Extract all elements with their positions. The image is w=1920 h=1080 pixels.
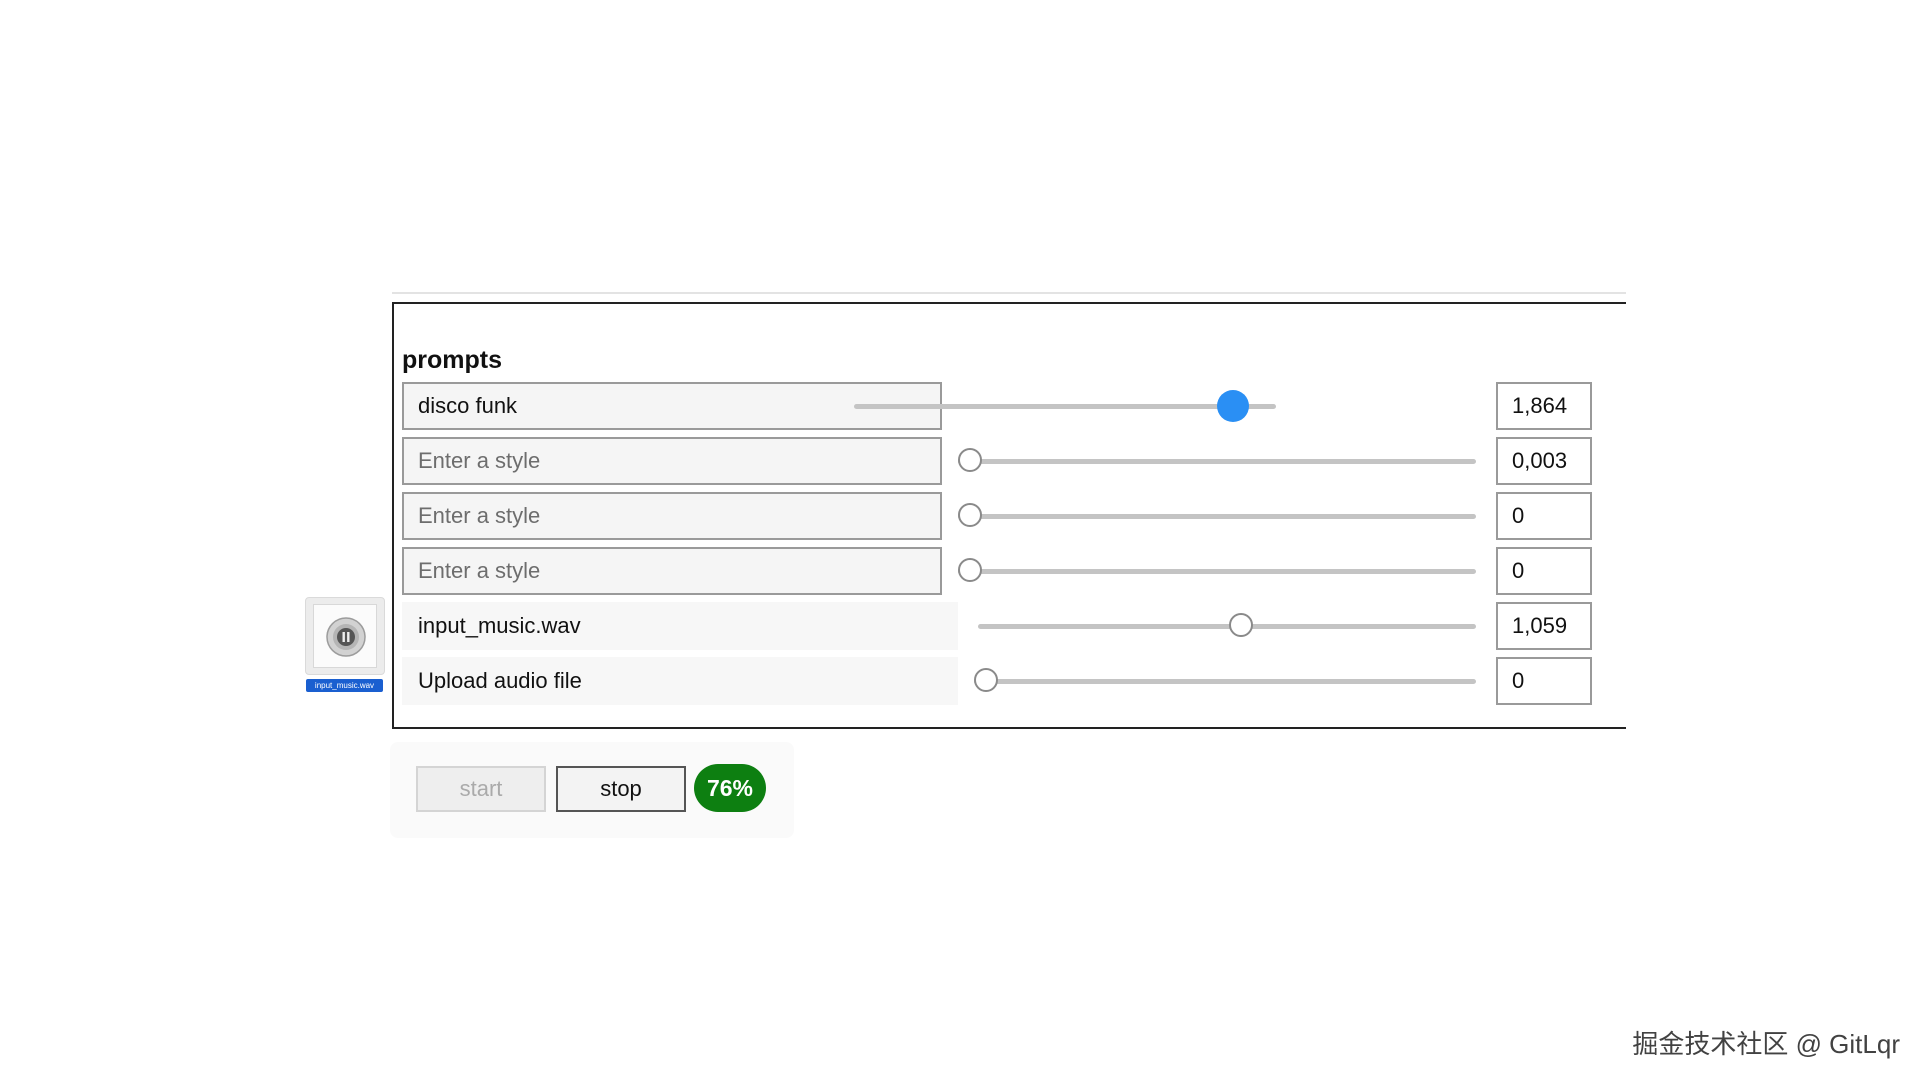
start-button[interactable]: start bbox=[416, 766, 546, 812]
slider-track bbox=[958, 514, 1476, 519]
style-input[interactable] bbox=[402, 492, 942, 540]
weight-value[interactable]: 1,059 bbox=[1496, 602, 1592, 650]
weight-slider[interactable] bbox=[854, 382, 1276, 430]
audio-row: Upload audio file 0 bbox=[402, 657, 1602, 705]
desktop-file[interactable] bbox=[305, 597, 385, 675]
slider-track bbox=[978, 624, 1476, 629]
audio-file-icon bbox=[313, 604, 377, 668]
slider-track bbox=[958, 569, 1476, 574]
weight-slider[interactable] bbox=[958, 547, 1476, 595]
audio-row: input_music.wav 1,059 bbox=[402, 602, 1602, 650]
weight-value[interactable]: 0 bbox=[1496, 492, 1592, 540]
prompt-row: 0 bbox=[402, 492, 1602, 540]
weight-value[interactable]: 0 bbox=[1496, 547, 1592, 595]
stop-button[interactable]: stop bbox=[556, 766, 686, 812]
slider-track bbox=[974, 679, 1476, 684]
weight-slider[interactable] bbox=[958, 492, 1476, 540]
audio-file-label[interactable]: input_music.wav bbox=[402, 602, 958, 650]
slider-track bbox=[854, 404, 1276, 409]
style-input[interactable] bbox=[402, 437, 942, 485]
prompts-panel: prompts 1,864 0,003 0 bbox=[392, 302, 1626, 729]
prompt-row: 0,003 bbox=[402, 437, 1602, 485]
weight-slider[interactable] bbox=[974, 657, 1476, 705]
slider-track bbox=[958, 459, 1476, 464]
app-stage: prompts 1,864 0,003 0 bbox=[0, 0, 1920, 1080]
weight-value[interactable]: 1,864 bbox=[1496, 382, 1592, 430]
style-input[interactable] bbox=[402, 547, 942, 595]
slider-thumb[interactable] bbox=[958, 448, 982, 472]
desktop-file-name: input_music.wav bbox=[306, 679, 383, 692]
progress-badge: 76% bbox=[694, 764, 766, 812]
prompt-row: 0 bbox=[402, 547, 1602, 595]
playback-controls: start stop 76% bbox=[390, 742, 794, 838]
slider-thumb[interactable] bbox=[974, 668, 998, 692]
weight-value[interactable]: 0 bbox=[1496, 657, 1592, 705]
upload-audio-button[interactable]: Upload audio file bbox=[402, 657, 958, 705]
slider-thumb[interactable] bbox=[958, 503, 982, 527]
panel-title: prompts bbox=[402, 346, 502, 374]
watermark: 掘金技术社区 @ GitLqr bbox=[1632, 1029, 1900, 1059]
slider-thumb[interactable] bbox=[958, 558, 982, 582]
prompt-row: 1,864 bbox=[402, 382, 1602, 430]
weight-slider[interactable] bbox=[978, 602, 1476, 650]
weight-value[interactable]: 0,003 bbox=[1496, 437, 1592, 485]
slider-thumb[interactable] bbox=[1216, 390, 1249, 422]
top-divider bbox=[392, 292, 1626, 294]
weight-slider[interactable] bbox=[958, 437, 1476, 485]
slider-thumb[interactable] bbox=[1229, 613, 1254, 637]
